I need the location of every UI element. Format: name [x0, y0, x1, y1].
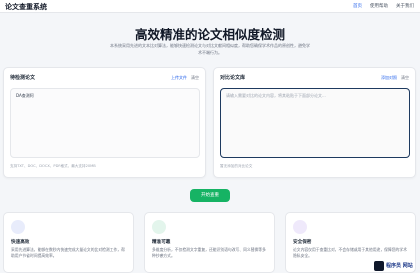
compare-library-title: 对比论文库: [220, 75, 246, 81]
compare-library-card: 对比论文库 添加对照 清空 请输入需要对比的论文内容，将其粘贴于下面部分论文..…: [213, 67, 416, 178]
hero-title: 高效精准的论文相似度检测: [134, 27, 285, 42]
nav-about[interactable]: 关于我们: [396, 3, 414, 9]
source-paper-actions: 上传文件 清空: [171, 75, 199, 81]
source-paper-header: 待检测论文 上传文件 清空: [10, 74, 199, 82]
top-navbar: 论文查重系统 首页 使用帮助 关于我们: [0, 0, 420, 13]
source-paper-hint: 支持TXT、DOC、DOCX、PDF格式，最大支持20MB: [10, 164, 96, 168]
start-check-button[interactable]: 开始查重: [190, 189, 230, 202]
nav-help[interactable]: 使用帮助: [370, 3, 388, 9]
feature-desc: 多维度分析，不仅检测文字重复，还能识别语句改写、同义替换等多种抄袭方式。: [152, 247, 266, 258]
lock-icon: [293, 220, 307, 234]
feature-title: 安全保密: [293, 240, 312, 245]
compare-library-hint: 暂无添加的对比论文: [220, 164, 253, 168]
source-paper-card: 待检测论文 上传文件 清空 DA查测阿 支持TXT、DOC、DOCX、PDF格式…: [3, 67, 206, 178]
hero-subtitle: 本系统采用先进的文本比对算法，能够快速检测论文与对比文献间相似度，帮助您确保学术…: [110, 43, 310, 55]
site-watermark: 程序员 网站: [374, 259, 413, 272]
watermark-logo-icon: [374, 260, 384, 271]
nav-home[interactable]: 首页: [353, 3, 362, 9]
lightning-icon: [11, 220, 25, 234]
upload-file-button[interactable]: 上传文件: [171, 75, 187, 81]
nav-links: 首页 使用帮助 关于我们: [353, 3, 414, 9]
compare-paper-textarea[interactable]: 请输入需要对比的论文内容，将其粘贴于下面部分论文...: [220, 88, 410, 158]
feature-title: 精准可靠: [152, 240, 171, 245]
feature-desc: 采用先进算法，能够在数秒内快速完成大量论文的比对检测工作，帮助用户节省时间提高效…: [11, 247, 125, 258]
feature-title: 快速高效: [11, 240, 30, 245]
add-compare-button[interactable]: 添加对照: [381, 75, 397, 81]
clear-source-button[interactable]: 清空: [191, 75, 199, 81]
clear-compare-button[interactable]: 清空: [401, 75, 409, 81]
compare-library-header: 对比论文库 添加对照 清空: [220, 74, 409, 82]
source-paper-textarea[interactable]: DA查测阿: [10, 88, 200, 158]
feature-card-fast: 快速高效 采用先进算法，能够在数秒内快速完成大量论文的比对检测工作，帮助用户节省…: [3, 212, 134, 273]
compare-library-actions: 添加对照 清空: [381, 75, 409, 81]
watermark-text: 程序员 网站: [386, 263, 413, 269]
target-icon: [152, 220, 166, 234]
feature-card-accurate: 精准可靠 多维度分析，不仅检测文字重复，还能识别语句改写、同义替换等多种抄袭方式…: [144, 212, 275, 273]
brand-title[interactable]: 论文查重系统: [5, 2, 47, 12]
source-paper-title: 待检测论文: [10, 75, 36, 81]
feature-desc: 论文内容仅用于查重比对，不会存储或用于其他用途，保障您的学术隐私安全。: [293, 247, 407, 258]
